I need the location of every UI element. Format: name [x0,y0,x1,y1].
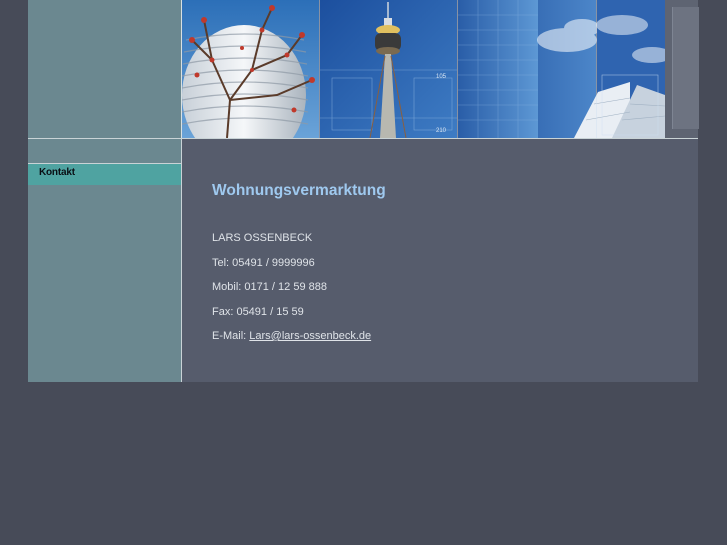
contact-email-label: E-Mail: [212,330,250,342]
header-right-panel [665,0,699,138]
contact-mobile: Mobil: 0171 / 12 59 888 [212,281,327,293]
blueprint-label-105: 105 [436,74,447,80]
header-collage: 105 210 [182,0,665,138]
header-left-panel [28,0,181,138]
tv-tower-top [384,18,392,26]
page-frame: 105 210 Kontakt Wohnungsvermarktung LARS… [28,0,699,382]
contact-email-row: E-Mail: Lars@lars-ossenbeck.de [212,330,371,342]
contact-name: LARS OSSENBECK [212,232,313,244]
header-right-inset [672,7,699,129]
main-content: Wohnungsvermarktung LARS OSSENBECK Tel: … [182,139,698,382]
header-image-strip: 105 210 [182,0,665,138]
tv-tower-pod-base [376,47,400,55]
sidebar-item-kontakt[interactable]: Kontakt [28,163,181,185]
page-title: Wohnungsvermarktung [212,182,386,199]
contact-fax: Fax: 05491 / 15 59 [212,306,304,318]
sidebar-item-label: Kontakt [39,167,75,178]
contact-email-link[interactable]: Lars@lars-ossenbeck.de [249,330,371,342]
sidebar: Kontakt [28,139,181,382]
blueprint-label-210: 210 [436,128,447,134]
contact-phone: Tel: 05491 / 9999996 [212,257,315,269]
